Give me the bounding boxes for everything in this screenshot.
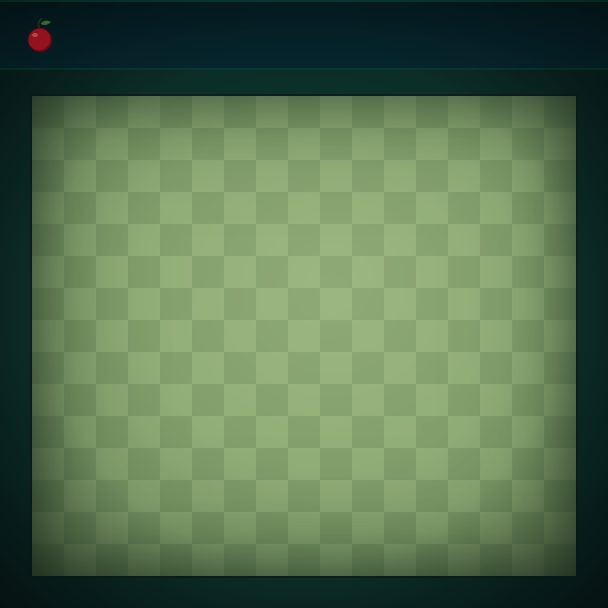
game-board[interactable] <box>30 94 578 578</box>
apple-counter <box>24 16 64 56</box>
apple-icon <box>24 18 56 54</box>
game-screen <box>0 0 608 608</box>
score-bar <box>0 0 608 70</box>
board-lighting <box>32 96 576 576</box>
